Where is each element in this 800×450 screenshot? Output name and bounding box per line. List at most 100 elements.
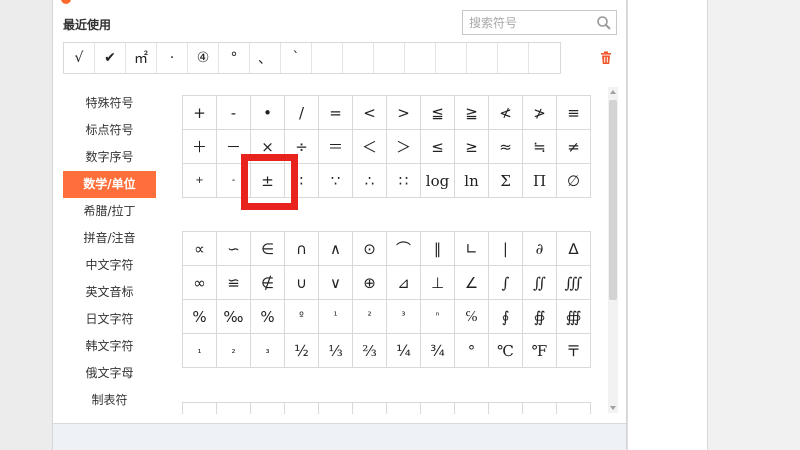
- symbol-cell[interactable]: ∩: [285, 232, 319, 266]
- symbol-cell[interactable]: [455, 403, 489, 414]
- category-item[interactable]: 拼音/注音: [63, 225, 156, 252]
- symbol-cell[interactable]: º: [285, 300, 319, 334]
- symbol-cell[interactable]: [353, 403, 387, 414]
- symbol-cell[interactable]: +: [183, 164, 217, 198]
- symbol-cell[interactable]: ∫: [489, 266, 523, 300]
- symbol-cell[interactable]: ₃: [251, 334, 285, 368]
- symbol-cell[interactable]: ¾: [421, 334, 455, 368]
- symbol-cell[interactable]: ≡: [557, 96, 591, 130]
- category-item[interactable]: 制表符: [63, 387, 156, 414]
- symbol-cell[interactable]: [183, 403, 217, 414]
- symbol-cell[interactable]: ⊙: [353, 232, 387, 266]
- symbol-cell[interactable]: ∬: [523, 266, 557, 300]
- symbol-cell[interactable]: ∈: [251, 232, 285, 266]
- symbol-cell[interactable]: [489, 403, 523, 414]
- recent-symbol-cell[interactable]: ✔: [95, 43, 126, 73]
- symbol-cell[interactable]: [285, 403, 319, 414]
- recent-symbol-cell[interactable]: °: [219, 43, 250, 73]
- symbol-cell[interactable]: ³: [387, 300, 421, 334]
- symbol-cell[interactable]: [421, 403, 455, 414]
- symbol-cell[interactable]: ∷: [387, 164, 421, 198]
- symbol-cell[interactable]: ⅔: [353, 334, 387, 368]
- recent-symbol-cell[interactable]: ④: [188, 43, 219, 73]
- recent-symbol-cell[interactable]: √: [64, 43, 95, 73]
- symbol-cell[interactable]: log: [421, 164, 455, 198]
- symbol-cell[interactable]: ≌: [217, 266, 251, 300]
- symbol-cell[interactable]: ≮: [489, 96, 523, 130]
- symbol-cell[interactable]: Σ: [489, 164, 523, 198]
- symbol-cell[interactable]: ×: [251, 130, 285, 164]
- symbol-cell[interactable]: ∅: [557, 164, 591, 198]
- symbol-cell[interactable]: /: [285, 96, 319, 130]
- symbol-cell[interactable]: 〒: [557, 334, 591, 368]
- symbol-cell[interactable]: ≠: [557, 130, 591, 164]
- symbol-cell[interactable]: －: [217, 130, 251, 164]
- symbol-cell[interactable]: ½: [285, 334, 319, 368]
- symbol-cell[interactable]: ∽: [217, 232, 251, 266]
- symbol-cell[interactable]: ∧: [319, 232, 353, 266]
- recent-symbol-cell[interactable]: ㎡: [126, 43, 157, 73]
- recent-symbol-cell[interactable]: [312, 43, 343, 73]
- symbol-cell[interactable]: ≧: [455, 96, 489, 130]
- symbol-cell[interactable]: ∉: [251, 266, 285, 300]
- symbol-cell[interactable]: ‰: [217, 300, 251, 334]
- symbol-cell[interactable]: ≥: [455, 130, 489, 164]
- symbol-cell[interactable]: °: [455, 334, 489, 368]
- symbol-cell[interactable]: ℃: [489, 334, 523, 368]
- symbol-cell[interactable]: ∂: [523, 232, 557, 266]
- symbol-cell[interactable]: ≒: [523, 130, 557, 164]
- recent-symbol-cell[interactable]: ˋ: [281, 43, 312, 73]
- symbol-cell[interactable]: ²: [353, 300, 387, 334]
- category-item[interactable]: 希腊/拉丁: [63, 198, 156, 225]
- recent-symbol-cell[interactable]: [467, 43, 498, 73]
- symbol-cell[interactable]: ＝: [319, 130, 353, 164]
- symbol-cell[interactable]: ≯: [523, 96, 557, 130]
- category-item[interactable]: 标点符号: [63, 117, 156, 144]
- symbol-cell[interactable]: ≦: [421, 96, 455, 130]
- symbol-cell[interactable]: %: [251, 300, 285, 334]
- symbol-cell[interactable]: [251, 403, 285, 414]
- symbol-cell[interactable]: ∮: [489, 300, 523, 334]
- symbol-cell[interactable]: ≈: [489, 130, 523, 164]
- symbol-cell[interactable]: ∪: [285, 266, 319, 300]
- symbol-cell[interactable]: ⊕: [353, 266, 387, 300]
- symbol-cell[interactable]: +: [183, 96, 217, 130]
- recent-symbol-cell[interactable]: ·: [157, 43, 188, 73]
- symbol-cell[interactable]: ±: [251, 164, 285, 198]
- symbol-cell[interactable]: ∯: [523, 300, 557, 334]
- recent-symbol-cell[interactable]: [374, 43, 405, 73]
- recent-symbol-cell[interactable]: [436, 43, 467, 73]
- symbol-cell[interactable]: [523, 403, 557, 414]
- symbol-cell[interactable]: ∝: [183, 232, 217, 266]
- symbol-cell[interactable]: ¼: [387, 334, 421, 368]
- symbol-cell[interactable]: ＋: [183, 130, 217, 164]
- scrollbar[interactable]: [608, 87, 618, 413]
- symbol-cell[interactable]: ∟: [455, 232, 489, 266]
- symbol-cell[interactable]: ≤: [421, 130, 455, 164]
- category-item[interactable]: 数学/单位: [63, 171, 156, 198]
- symbol-cell[interactable]: ∣: [489, 232, 523, 266]
- symbol-cell[interactable]: ln: [455, 164, 489, 198]
- trash-icon[interactable]: [599, 51, 613, 65]
- symbol-cell[interactable]: ∭: [557, 266, 591, 300]
- recent-symbol-cell[interactable]: [529, 43, 560, 73]
- symbol-cell[interactable]: ₁: [183, 334, 217, 368]
- scroll-up-arrow-icon[interactable]: [608, 87, 618, 97]
- symbol-cell[interactable]: ＜: [353, 130, 387, 164]
- symbol-cell[interactable]: ∠: [455, 266, 489, 300]
- category-item[interactable]: 俄文字母: [63, 360, 156, 387]
- search-box[interactable]: [462, 10, 617, 35]
- search-icon[interactable]: [596, 15, 612, 31]
- symbol-cell[interactable]: ∨: [319, 266, 353, 300]
- symbol-cell[interactable]: ⅓: [319, 334, 353, 368]
- category-item[interactable]: 数字序号: [63, 144, 156, 171]
- symbol-cell[interactable]: <: [353, 96, 387, 130]
- recent-symbol-cell[interactable]: [405, 43, 436, 73]
- category-item[interactable]: 特殊符号: [63, 90, 156, 117]
- category-item[interactable]: 英文音标: [63, 279, 156, 306]
- symbol-cell[interactable]: ⌒: [387, 232, 421, 266]
- symbol-cell[interactable]: >: [387, 96, 421, 130]
- symbol-cell[interactable]: Π: [523, 164, 557, 198]
- symbol-cell[interactable]: ÷: [285, 130, 319, 164]
- symbol-cell[interactable]: ₂: [217, 334, 251, 368]
